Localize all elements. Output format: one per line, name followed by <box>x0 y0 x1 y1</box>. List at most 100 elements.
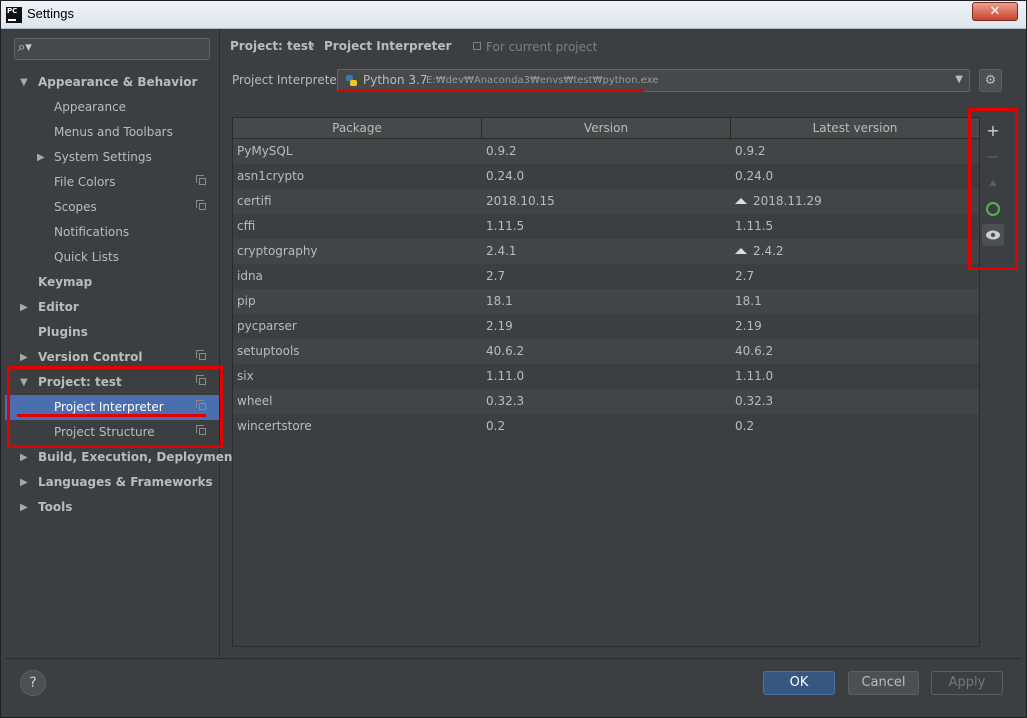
sidebar-item-quick-lists[interactable]: Quick Lists <box>5 245 219 270</box>
package-name-cell: cffi <box>237 219 256 233</box>
package-name-cell: idna <box>237 269 263 283</box>
column-header-latest[interactable]: Latest version <box>731 118 979 138</box>
help-button[interactable]: ? <box>20 670 46 696</box>
collapsed-arrow-icon: ▶ <box>20 452 28 463</box>
sidebar-item-languages-frameworks[interactable]: ▶ Languages & Frameworks <box>5 470 219 495</box>
sidebar-item-file-colors[interactable]: File Colors <box>5 170 219 195</box>
settings-sidebar: ⌕▾ ▼ Appearance & Behavior Appearance Me… <box>5 29 238 657</box>
version-cell: 0.9.2 <box>486 144 517 158</box>
close-button[interactable]: ✕ <box>972 2 1018 21</box>
column-header-version[interactable]: Version <box>482 118 731 138</box>
cancel-button[interactable]: Cancel <box>848 671 919 695</box>
table-row[interactable]: six 1.11.0 1.11.0 <box>233 364 979 389</box>
table-row[interactable]: setuptools 40.6.2 40.6.2 <box>233 339 979 364</box>
table-row[interactable]: idna 2.7 2.7 <box>233 264 979 289</box>
table-row[interactable]: wheel 0.32.3 0.32.3 <box>233 389 979 414</box>
breadcrumb-current: Project Interpreter <box>324 39 452 53</box>
settings-window: PC Settings ✕ ⌕▾ ▼ Appearance & Behavior… <box>0 0 1027 718</box>
version-cell: 0.2 <box>486 419 506 433</box>
package-name-cell: wheel <box>237 394 273 408</box>
package-name-cell: pip <box>237 294 256 308</box>
version-cell: 2.7 <box>486 269 506 283</box>
apply-button[interactable]: Apply <box>931 671 1003 695</box>
latest-version-text: 0.2 <box>735 419 755 433</box>
title-bar: PC Settings ✕ <box>1 1 1026 29</box>
sidebar-item-appearance[interactable]: Appearance <box>5 95 219 120</box>
latest-version-text: 1.11.5 <box>735 219 774 233</box>
annotation-underline <box>17 414 206 417</box>
annotation-underline <box>338 89 644 92</box>
table-row[interactable]: cryptography 2.4.1 2.4.2 <box>233 239 979 264</box>
table-row[interactable]: certifi 2018.10.15 2018.11.29 <box>233 189 979 214</box>
sidebar-item-tools[interactable]: ▶ Tools <box>5 495 219 520</box>
table-row[interactable]: pycparser 2.19 2.19 <box>233 314 979 339</box>
project-scope-icon <box>473 42 481 50</box>
latest-version-cell: 2.7 <box>735 264 754 289</box>
annotation-highlight-box <box>968 108 1018 270</box>
sidebar-item-label: Plugins <box>38 325 88 339</box>
table-row[interactable]: PyMySQL 0.9.2 0.9.2 <box>233 139 979 164</box>
package-name-cell: six <box>237 369 254 383</box>
sidebar-item-label: Appearance & Behavior <box>38 75 198 89</box>
version-cell: 1.11.0 <box>486 369 525 383</box>
version-cell: 2018.10.15 <box>486 194 555 208</box>
project-level-icon <box>196 175 206 185</box>
package-name-cell: PyMySQL <box>237 144 293 158</box>
search-icon: ⌕▾ <box>18 40 32 55</box>
sidebar-item-label: Appearance <box>54 100 127 114</box>
interpreter-label: Project Interpreter: <box>232 73 346 87</box>
table-row[interactable]: wincertstore 0.2 0.2 <box>233 414 979 439</box>
sidebar-item-editor[interactable]: ▶ Editor <box>5 295 219 320</box>
sidebar-item-scopes[interactable]: Scopes <box>5 195 219 220</box>
gear-icon[interactable]: ⚙ <box>979 69 1002 92</box>
collapsed-arrow-icon: ▶ <box>37 152 45 163</box>
latest-version-text: 2.19 <box>735 319 762 333</box>
package-name-cell: setuptools <box>237 344 300 358</box>
interpreter-path: E:₩dev₩Anaconda3₩envs₩test₩python.exe <box>426 75 659 86</box>
latest-version-text: 1.11.0 <box>735 369 774 383</box>
sidebar-item-plugins[interactable]: Plugins <box>5 320 219 345</box>
latest-version-cell: 40.6.2 <box>735 339 773 364</box>
sidebar-item-appearance-behavior[interactable]: ▼ Appearance & Behavior <box>5 70 219 95</box>
version-cell: 1.11.5 <box>486 219 525 233</box>
package-name-cell: cryptography <box>237 244 318 258</box>
ok-button[interactable]: OK <box>763 671 835 695</box>
version-cell: 18.1 <box>486 294 513 308</box>
version-cell: 0.32.3 <box>486 394 525 408</box>
latest-version-text: 2018.11.29 <box>753 194 822 208</box>
sidebar-item-keymap[interactable]: Keymap <box>5 270 219 295</box>
project-level-icon <box>196 200 206 210</box>
sidebar-item-label: Tools <box>38 500 73 514</box>
window-title: Settings <box>27 6 74 21</box>
collapsed-arrow-icon: ▶ <box>20 302 28 313</box>
sidebar-item-build-execution[interactable]: ▶ Build, Execution, Deployment <box>5 445 238 470</box>
sidebar-item-label: Editor <box>38 300 79 314</box>
breadcrumb-parent: Project: test <box>230 39 314 53</box>
sidebar-item-notifications[interactable]: Notifications <box>5 220 219 245</box>
upgrade-available-icon <box>735 248 747 254</box>
package-name-cell: asn1crypto <box>237 169 305 183</box>
sidebar-item-label: Scopes <box>54 200 97 214</box>
search-input[interactable]: ⌕▾ <box>14 38 210 60</box>
latest-version-cell: 2.19 <box>735 314 762 339</box>
table-row[interactable]: pip 18.1 18.1 <box>233 289 979 314</box>
interpreter-name: Python 3.7 <box>363 73 428 87</box>
table-row[interactable]: cffi 1.11.5 1.11.5 <box>233 214 979 239</box>
latest-version-cell: 0.9.2 <box>735 139 766 164</box>
latest-version-text: 0.9.2 <box>735 144 766 158</box>
sidebar-item-label: Build, Execution, Deployment <box>38 450 239 464</box>
chevron-down-icon: ▼ <box>955 74 963 85</box>
sidebar-item-system-settings[interactable]: ▶ System Settings <box>5 145 219 170</box>
scope-note: For current project <box>486 40 598 54</box>
column-header-package[interactable]: Package <box>233 118 482 138</box>
package-name-cell: pycparser <box>237 319 297 333</box>
collapsed-arrow-icon: ▶ <box>20 502 28 513</box>
sidebar-item-label: System Settings <box>54 150 152 164</box>
package-name-cell: certifi <box>237 194 272 208</box>
sidebar-item-menus-toolbars[interactable]: Menus and Toolbars <box>5 120 219 145</box>
packages-table: Package Version Latest version PyMySQL 0.… <box>232 117 980 647</box>
expanded-arrow-icon: ▼ <box>20 77 28 88</box>
project-level-icon <box>196 350 206 360</box>
package-name-cell: wincertstore <box>237 419 312 433</box>
table-row[interactable]: asn1crypto 0.24.0 0.24.0 <box>233 164 979 189</box>
